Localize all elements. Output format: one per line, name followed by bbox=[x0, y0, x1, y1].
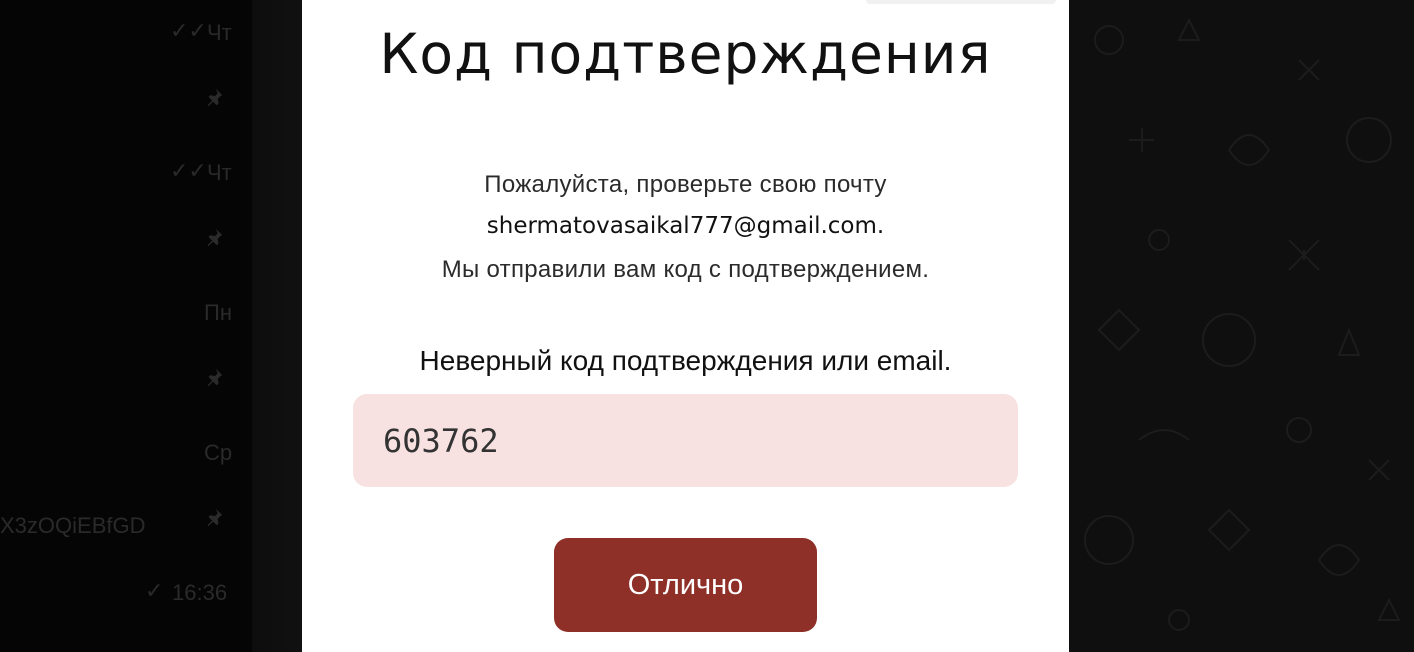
verification-modal: Код подтверждения Пожалуйста, проверьте … bbox=[302, 0, 1069, 652]
instruction-text-sent: Мы отправили вам код с подтверждением. bbox=[441, 256, 930, 283]
error-message: Неверный код подтверждения или email. bbox=[419, 345, 952, 376]
chat-wallpaper bbox=[1069, 0, 1414, 652]
chat-time: Чт bbox=[207, 160, 232, 185]
double-check-icon: ✓✓ bbox=[170, 159, 207, 184]
check-icon: ✓ bbox=[145, 579, 164, 604]
verification-code-input[interactable] bbox=[353, 394, 1018, 487]
modal-top-element bbox=[866, 0, 1056, 4]
pin-icon bbox=[203, 226, 225, 248]
instruction-text: Пожалуйста, проверьте свою почту bbox=[484, 171, 887, 198]
email-address: shermatovasaikal777@gmail.com. bbox=[486, 213, 885, 239]
chat-time: 16:36 bbox=[172, 580, 228, 605]
modal-title: Код подтверждения bbox=[379, 22, 992, 86]
wallpaper-pattern bbox=[1084, 17, 1401, 631]
chat-time: Ср bbox=[204, 440, 233, 465]
pin-icon bbox=[203, 86, 225, 108]
confirm-button[interactable]: Отлично bbox=[554, 538, 817, 632]
chat-time: Пн bbox=[204, 300, 232, 325]
chat-time: Чт bbox=[207, 20, 232, 45]
chat-preview: X3zOQiEBfGD bbox=[0, 513, 146, 538]
double-check-icon: ✓✓ bbox=[170, 19, 207, 44]
pin-icon bbox=[203, 506, 225, 528]
background-chat-list: ✓✓ Чт ✓✓ Чт Пн Ср X3zOQiEBfGD ✓ 16:36 bbox=[0, 0, 302, 652]
pin-icon bbox=[203, 366, 225, 388]
